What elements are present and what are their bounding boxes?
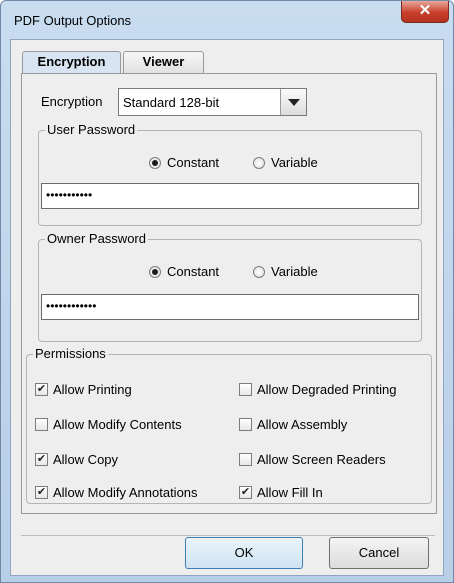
allow-fill-in-label: Allow Fill In [257, 485, 323, 500]
owner-password-field[interactable]: •••••••••••• [41, 294, 419, 320]
window-title: PDF Output Options [14, 13, 132, 28]
encryption-select-value: Standard 128-bit [123, 95, 220, 110]
allow-degraded-printing-checkbox[interactable] [239, 383, 252, 396]
chevron-down-icon[interactable] [280, 89, 306, 115]
cancel-button[interactable]: Cancel [329, 537, 429, 569]
owner-password-value: •••••••••••• [46, 299, 97, 313]
encryption-panel: Encryption Standard 128-bit User Passwor… [21, 73, 437, 514]
permissions-title: Permissions [33, 346, 108, 361]
allow-assembly-label: Allow Assembly [257, 417, 348, 432]
allow-modify-contents-label: Allow Modify Contents [53, 417, 182, 432]
user-password-variable-radio[interactable] [253, 157, 265, 169]
tab-viewer-label: Viewer [142, 54, 185, 69]
tab-encryption[interactable]: Encryption [22, 51, 121, 73]
cancel-button-label: Cancel [358, 545, 400, 560]
owner-password-title: Owner Password [45, 231, 148, 246]
button-separator [21, 535, 435, 536]
permissions-group: Permissions ✔ Allow Printing Allow Degra… [26, 346, 432, 504]
user-password-title: User Password [45, 122, 138, 137]
user-password-field[interactable]: ••••••••••• [41, 183, 419, 209]
close-icon: ✕ [418, 2, 432, 19]
owner-password-variable-radio[interactable] [253, 266, 265, 278]
allow-printing-checkbox[interactable]: ✔ [35, 383, 48, 396]
allow-modify-annotations-label: Allow Modify Annotations [53, 485, 198, 500]
user-password-constant-label: Constant [167, 155, 220, 170]
allow-modify-contents-checkbox[interactable] [35, 418, 48, 431]
dialog-content: Encryption Viewer Encryption Standard 12… [10, 39, 444, 576]
user-password-value: ••••••••••• [46, 188, 93, 202]
allow-copy-checkbox[interactable]: ✔ [35, 453, 48, 466]
allow-printing-label: Allow Printing [53, 382, 132, 397]
ok-button[interactable]: OK [185, 537, 303, 569]
pdf-output-options-dialog: PDF Output Options ✕ Encryption Viewer E… [0, 0, 454, 583]
allow-screen-readers-label: Allow Screen Readers [257, 452, 386, 467]
owner-password-group: Owner Password Constant Variable •••••••… [38, 231, 422, 342]
close-button[interactable]: ✕ [401, 1, 449, 23]
owner-password-constant-label: Constant [167, 264, 220, 279]
encryption-label: Encryption [41, 94, 103, 109]
ok-button-label: OK [234, 545, 254, 560]
allow-degraded-printing-label: Allow Degraded Printing [257, 382, 397, 397]
user-password-constant-radio[interactable] [149, 157, 161, 169]
allow-screen-readers-checkbox[interactable] [239, 453, 252, 466]
allow-copy-label: Allow Copy [53, 452, 119, 467]
allow-fill-in-checkbox[interactable]: ✔ [239, 486, 252, 499]
tab-encryption-label: Encryption [37, 54, 106, 69]
owner-password-constant-radio[interactable] [149, 266, 161, 278]
allow-modify-annotations-checkbox[interactable]: ✔ [35, 486, 48, 499]
user-password-group: User Password Constant Variable ••••••••… [38, 122, 422, 226]
allow-assembly-checkbox[interactable] [239, 418, 252, 431]
user-password-variable-label: Variable [271, 155, 318, 170]
owner-password-variable-label: Variable [271, 264, 318, 279]
tab-viewer[interactable]: Viewer [123, 51, 204, 73]
encryption-select[interactable]: Standard 128-bit [118, 88, 307, 116]
title-bar: PDF Output Options ✕ [1, 1, 453, 39]
